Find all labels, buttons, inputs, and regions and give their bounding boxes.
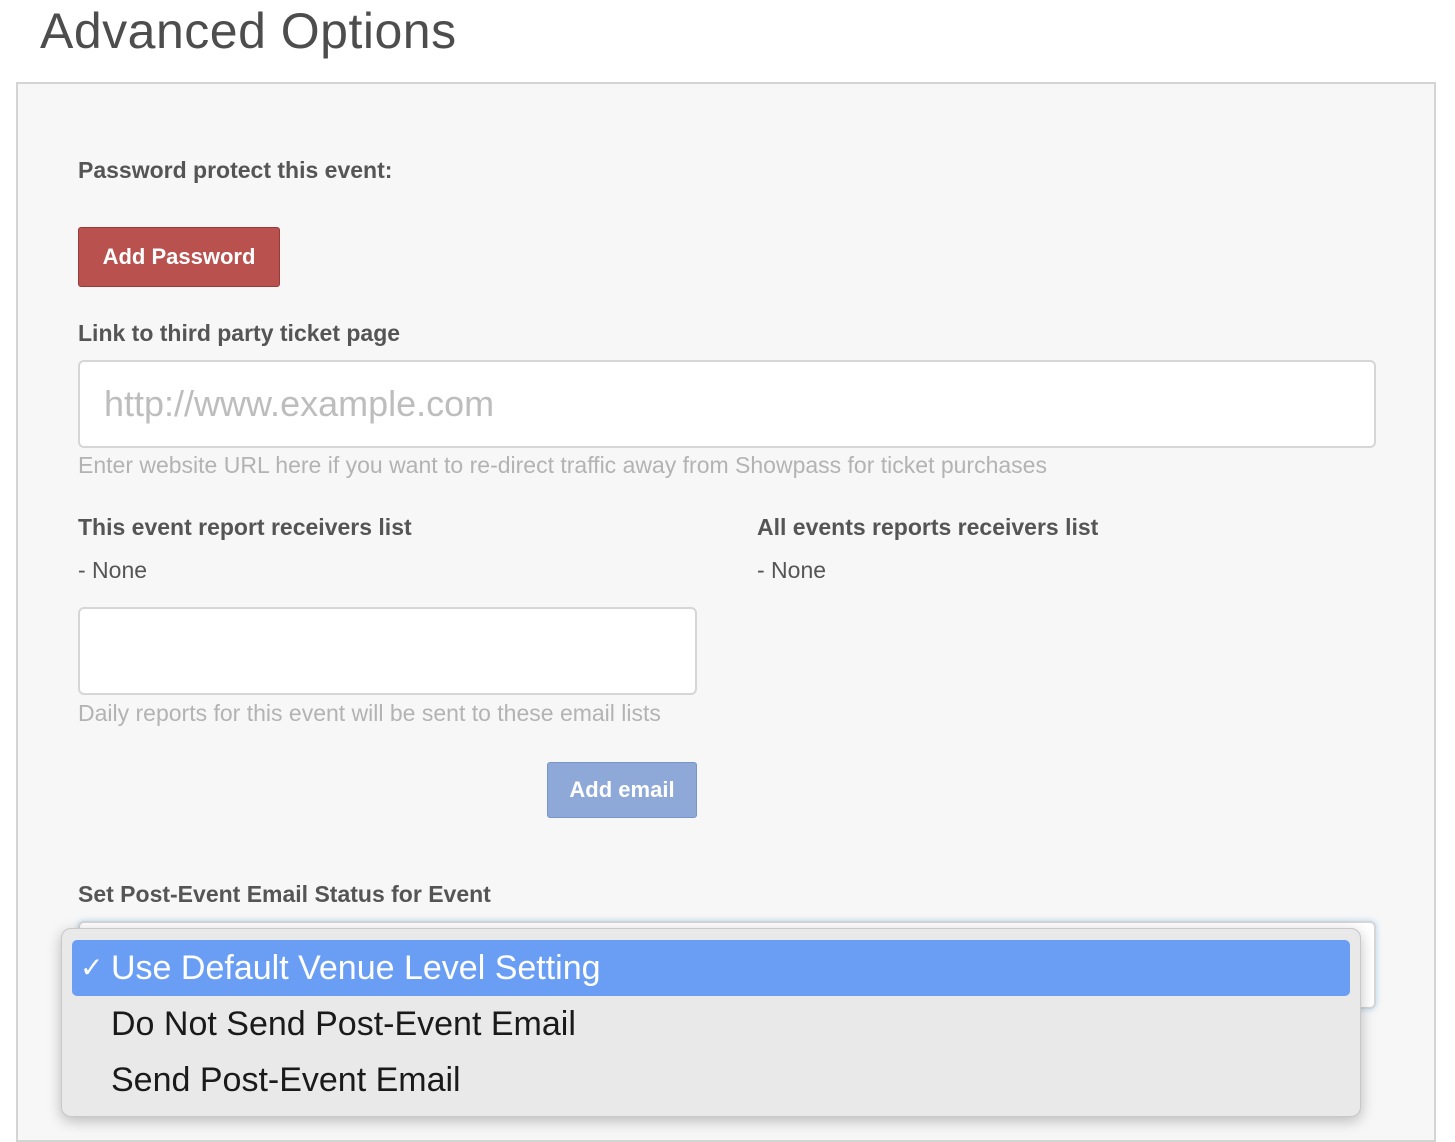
all-receivers-list: - None — [757, 557, 827, 583]
option-send[interactable]: Send Post-Event Email — [72, 1052, 1350, 1108]
post-event-email-label: Set Post-Event Email Status for Event — [78, 881, 491, 907]
third-party-url-help: Enter website URL here if you want to re… — [78, 452, 1047, 478]
post-event-email-dropdown: ✓ Use Default Venue Level Setting Do Not… — [61, 928, 1361, 1117]
page-title: Advanced Options — [40, 3, 457, 59]
option-do-not-send[interactable]: Do Not Send Post-Event Email — [72, 996, 1350, 1052]
add-password-button[interactable]: Add Password — [78, 227, 280, 287]
add-email-button[interactable]: Add email — [547, 762, 697, 818]
option-label: Use Default Venue Level Setting — [111, 949, 601, 987]
option-label: Send Post-Event Email — [111, 1061, 461, 1099]
option-label: Do Not Send Post-Event Email — [111, 1005, 576, 1043]
event-receivers-email-input[interactable] — [78, 607, 697, 695]
checkmark-icon: ✓ — [80, 952, 104, 983]
option-use-default[interactable]: ✓ Use Default Venue Level Setting — [72, 940, 1350, 996]
event-receivers-list: - None — [78, 557, 148, 583]
all-receivers-label: All events reports receivers list — [757, 514, 1099, 540]
event-receivers-help: Daily reports for this event will be sen… — [78, 700, 661, 726]
password-protect-label: Password protect this event: — [78, 157, 393, 183]
third-party-link-label: Link to third party ticket page — [78, 320, 401, 346]
event-receivers-label: This event report receivers list — [78, 514, 412, 540]
third-party-url-input[interactable] — [78, 360, 1376, 448]
